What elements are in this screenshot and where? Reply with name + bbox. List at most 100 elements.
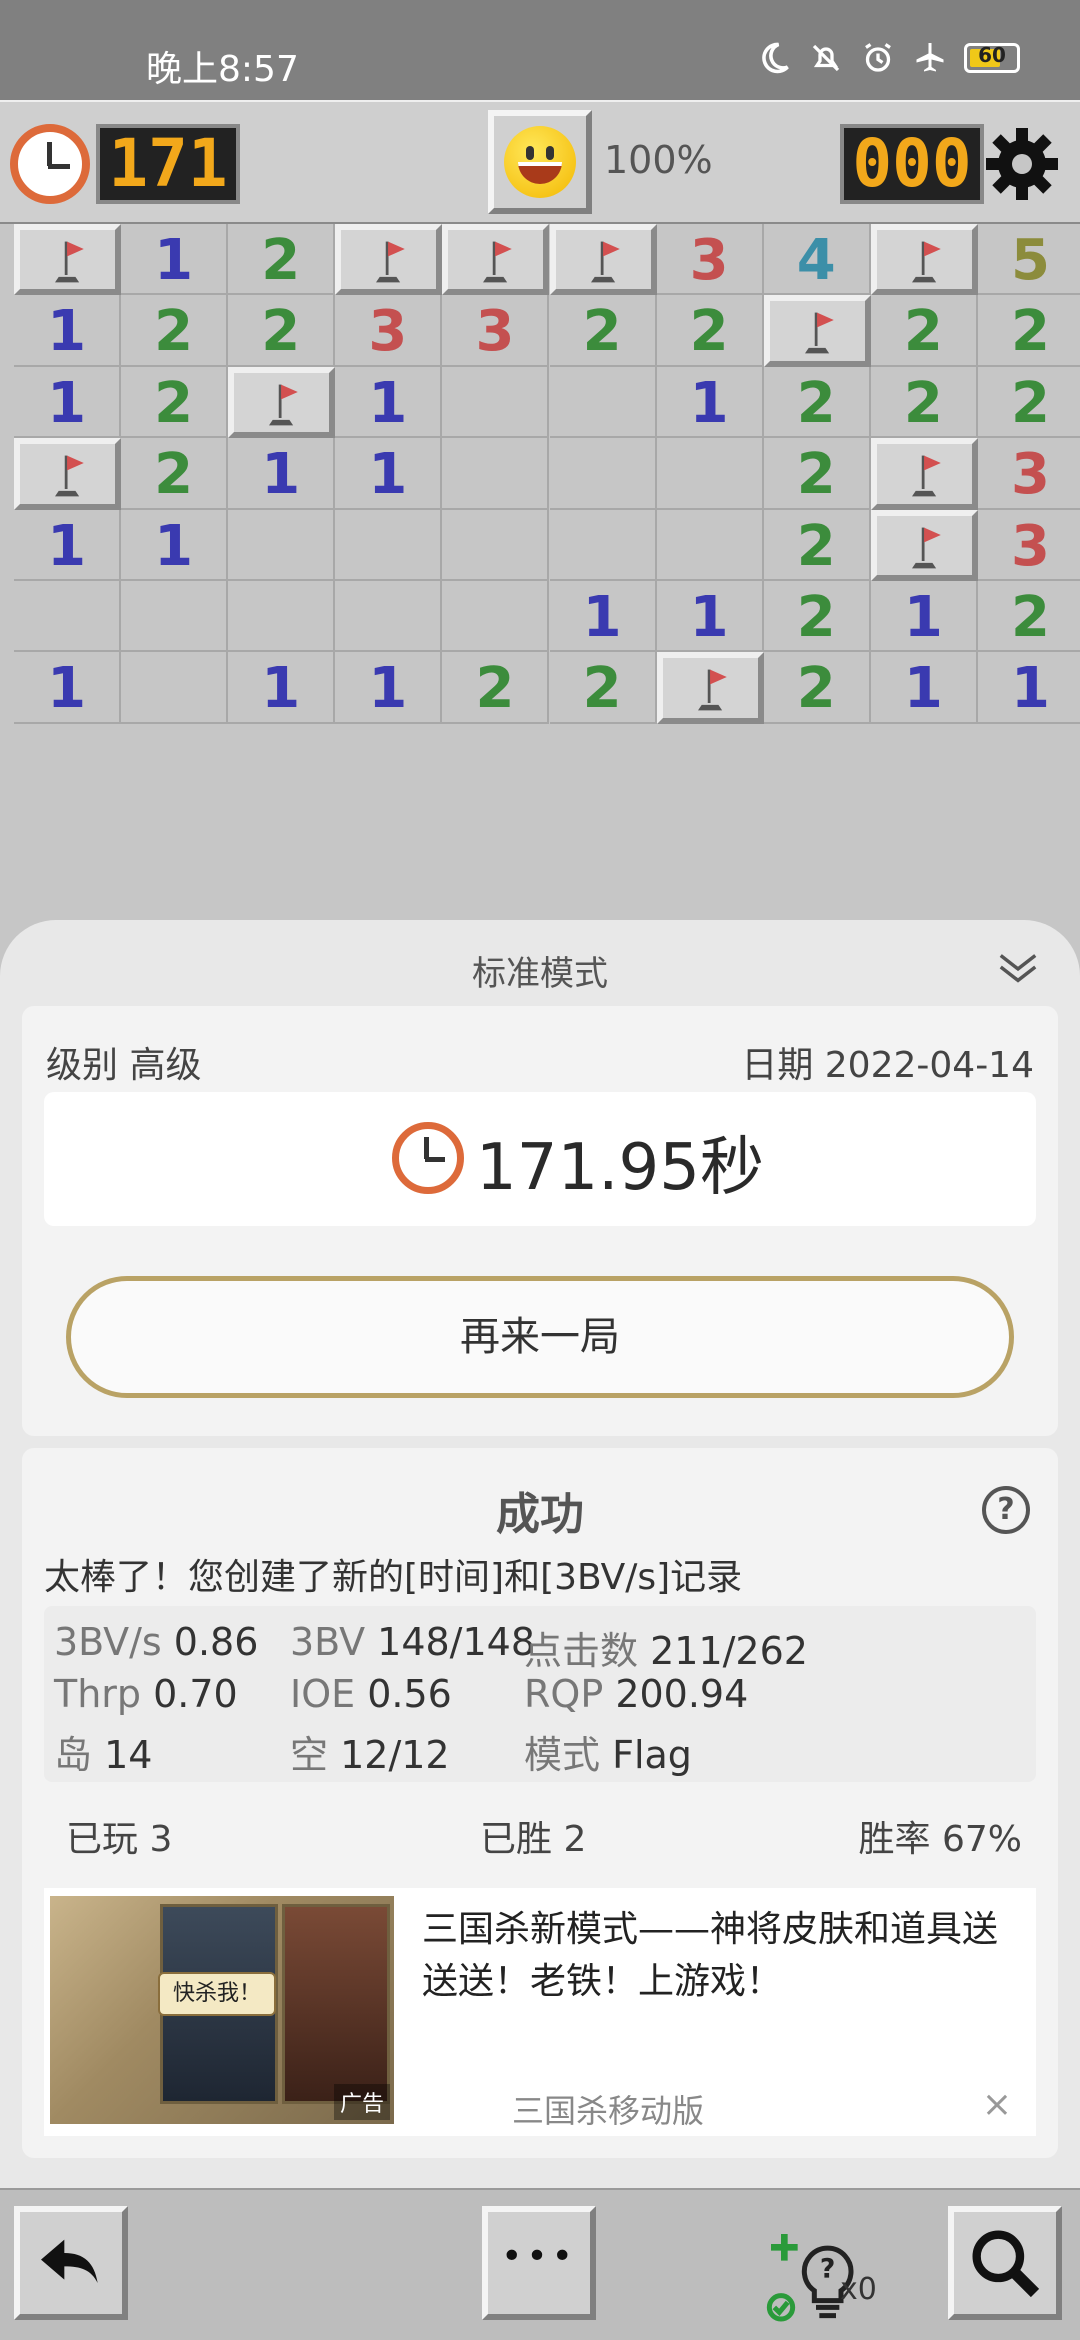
number-cell[interactable]: 2: [228, 295, 336, 367]
empty-cell[interactable]: [228, 509, 336, 581]
flagged-cell[interactable]: [228, 366, 336, 439]
number-cell[interactable]: 1: [121, 509, 229, 581]
smiley-icon: [504, 126, 576, 198]
number-cell[interactable]: 1: [870, 652, 978, 724]
number-cell[interactable]: 2: [549, 295, 657, 367]
number-cell[interactable]: 1: [14, 295, 122, 367]
cell-number: 1: [903, 585, 943, 650]
number-cell[interactable]: 3: [656, 224, 764, 296]
play-again-button[interactable]: 再来一局: [66, 1276, 1014, 1398]
number-cell[interactable]: 2: [228, 224, 336, 296]
help-icon[interactable]: ?: [982, 1486, 1030, 1534]
number-cell[interactable]: 4: [763, 224, 871, 296]
gear-icon[interactable]: [982, 124, 1062, 204]
flag-icon: [269, 384, 298, 426]
number-cell[interactable]: 3: [442, 295, 550, 367]
stat-value: 211/262: [650, 1629, 808, 1673]
cell-number: 1: [689, 585, 729, 650]
cell-number: 1: [261, 442, 301, 508]
empty-cell[interactable]: [121, 581, 229, 653]
cell-number: 2: [903, 370, 943, 436]
number-cell[interactable]: 1: [549, 581, 657, 653]
empty-cell[interactable]: [228, 581, 336, 653]
minefield-board[interactable]: 1234512233222212112222112311231121211122…: [14, 224, 1080, 944]
ad-image[interactable]: 快杀我！ 广告: [50, 1896, 394, 2124]
number-cell[interactable]: 1: [335, 652, 443, 724]
number-cell[interactable]: 2: [763, 366, 871, 439]
empty-cell[interactable]: [549, 366, 657, 439]
number-cell[interactable]: 2: [656, 295, 764, 367]
empty-cell[interactable]: [656, 438, 764, 510]
flagged-cell[interactable]: [442, 224, 550, 296]
number-cell[interactable]: 2: [977, 367, 1080, 439]
number-cell[interactable]: 1: [14, 652, 122, 724]
number-cell[interactable]: 3: [335, 295, 443, 367]
flagged-cell[interactable]: [763, 295, 871, 367]
empty-cell[interactable]: [656, 509, 764, 581]
number-cell[interactable]: 2: [977, 581, 1080, 653]
empty-cell[interactable]: [335, 581, 443, 653]
number-cell[interactable]: 3: [977, 510, 1080, 581]
number-cell[interactable]: 1: [14, 509, 122, 581]
ad-banner[interactable]: 快杀我！ 广告 三国杀新模式——神将皮肤和道具送送送！老铁！上游戏！ 三国杀移动…: [44, 1888, 1036, 2136]
cell-number: 1: [47, 370, 87, 436]
number-cell[interactable]: 1: [228, 652, 336, 724]
cell-number: 2: [796, 370, 836, 436]
number-cell[interactable]: 2: [870, 366, 978, 439]
stat-item: 岛 14: [54, 1724, 152, 1779]
close-icon[interactable]: ×: [982, 2084, 1012, 2125]
empty-cell[interactable]: [549, 438, 657, 510]
number-cell[interactable]: 2: [121, 295, 229, 367]
empty-cell[interactable]: [335, 509, 443, 581]
number-cell[interactable]: 2: [763, 509, 871, 581]
number-cell[interactable]: 1: [977, 652, 1080, 724]
number-cell[interactable]: 1: [656, 366, 764, 439]
flagged-cell[interactable]: [870, 224, 978, 296]
number-cell[interactable]: 2: [977, 295, 1080, 367]
restart-smiley-button[interactable]: [488, 110, 592, 214]
number-cell[interactable]: 1: [121, 224, 229, 296]
flagged-cell[interactable]: [549, 224, 657, 296]
stat-key: 3BV: [290, 1620, 378, 1664]
empty-cell[interactable]: [442, 581, 550, 653]
flagged-cell[interactable]: [14, 224, 122, 296]
more-button[interactable]: •••: [482, 2206, 596, 2320]
chevron-down-icon[interactable]: [994, 944, 1042, 990]
number-cell[interactable]: 2: [121, 438, 229, 510]
empty-cell[interactable]: [121, 652, 229, 724]
cell-number: 1: [261, 656, 301, 722]
undo-button[interactable]: [14, 2206, 128, 2320]
number-cell[interactable]: 2: [870, 295, 978, 367]
empty-cell[interactable]: [442, 366, 550, 439]
number-cell[interactable]: 2: [763, 438, 871, 510]
number-cell[interactable]: 2: [121, 366, 229, 439]
number-cell[interactable]: 1: [870, 581, 978, 653]
ad-headline[interactable]: 三国杀新模式——神将皮肤和道具送送送！老铁！上游戏！: [422, 1904, 1022, 2008]
flagged-cell[interactable]: [870, 438, 978, 510]
number-cell[interactable]: 5: [977, 224, 1080, 296]
cell-number: 2: [261, 228, 301, 293]
empty-cell[interactable]: [442, 509, 550, 581]
empty-cell[interactable]: [14, 581, 122, 653]
number-cell[interactable]: 2: [442, 652, 550, 724]
number-cell[interactable]: 1: [335, 366, 443, 439]
number-cell[interactable]: 2: [763, 652, 871, 724]
number-cell[interactable]: 1: [228, 438, 336, 510]
flagged-cell[interactable]: [870, 509, 978, 581]
search-button[interactable]: [948, 2206, 1062, 2320]
cell-number: 2: [796, 513, 836, 579]
number-cell[interactable]: 1: [14, 366, 122, 439]
flagged-cell[interactable]: [335, 224, 443, 296]
number-cell[interactable]: 1: [335, 438, 443, 510]
cell-number: 2: [475, 656, 515, 722]
cell-number: 2: [582, 656, 622, 722]
empty-cell[interactable]: [549, 509, 657, 581]
flagged-cell[interactable]: [14, 438, 122, 510]
number-cell[interactable]: 1: [656, 581, 764, 653]
empty-cell[interactable]: [442, 438, 550, 510]
stats-grid: 3BV/s 0.86 3BV 148/148 点击数 211/262 Thrp 0.7…: [44, 1606, 1036, 1782]
flagged-cell[interactable]: [656, 652, 764, 724]
number-cell[interactable]: 2: [549, 652, 657, 724]
number-cell[interactable]: 3: [977, 438, 1080, 510]
number-cell[interactable]: 2: [763, 581, 871, 653]
